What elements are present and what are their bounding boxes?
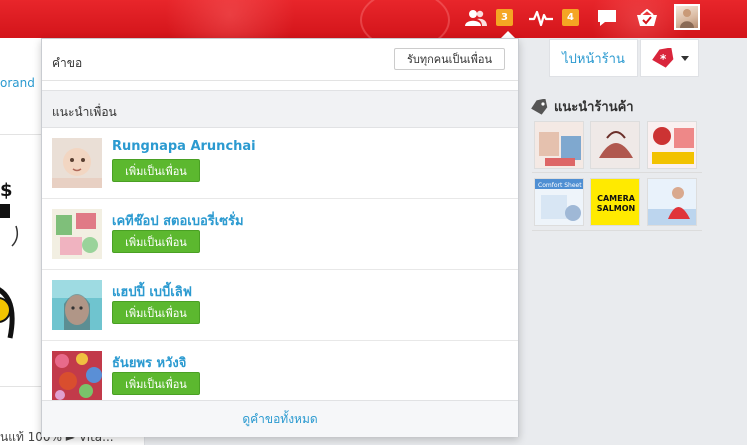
shop-thumbnail[interactable]: [534, 121, 584, 169]
accept-all-button[interactable]: รับทุกคนเป็นเพื่อน: [394, 48, 505, 70]
add-friend-button[interactable]: เพิ่มเป็นเพื่อน: [112, 372, 200, 395]
panel-header: คำขอ รับทุกคนเป็นเพื่อน: [42, 39, 518, 81]
profile-picture[interactable]: [52, 138, 102, 188]
shop-thumbnail[interactable]: [590, 121, 640, 169]
chevron-down-icon: [680, 55, 689, 61]
price-tag-icon: *: [651, 48, 673, 68]
thumb-caption: Comfort Sheet: [538, 182, 582, 189]
header-decoration: [360, 0, 450, 38]
basket-check-icon[interactable]: [636, 8, 658, 28]
suggested-friends-title: แนะนำเพื่อน: [52, 105, 117, 119]
shop-thumbnail[interactable]: Comfort Sheet: [534, 178, 584, 226]
see-all-requests-link[interactable]: ดูคำขอทั้งหมด: [242, 410, 317, 429]
svg-text:SALMON: SALMON: [597, 204, 636, 213]
friend-name[interactable]: Rungnapa Arunchai: [112, 139, 256, 154]
svg-text:*: *: [660, 52, 667, 66]
recommended-shops-title: แนะนำร้านค้า: [554, 100, 634, 115]
list-item: แฮปปี้ เบบี้เลิฟ เพิ่มเป็นเพื่อน: [42, 270, 518, 341]
divider: [532, 172, 702, 173]
go-to-shop-button[interactable]: ไปหน้าร้าน: [549, 39, 638, 77]
tag-menu-button[interactable]: *: [640, 39, 699, 77]
divider: [532, 230, 702, 231]
profile-picture[interactable]: [52, 351, 102, 401]
suggested-friends-header: แนะนำเพื่อน: [42, 90, 518, 128]
friend-name[interactable]: แฮปปี้ เบบี้เลิฟ: [112, 281, 192, 302]
shop-thumbnail[interactable]: CAMERA SALMON: [590, 178, 640, 226]
chat-bubble-icon[interactable]: [596, 8, 618, 28]
friend-requests-panel: คำขอ รับทุกคนเป็นเพื่อน แนะนำเพื่อน Rung…: [41, 38, 519, 437]
people-icon[interactable]: [465, 8, 487, 28]
shop-thumbnail[interactable]: [647, 178, 697, 226]
brand-link[interactable]: orand: [0, 76, 35, 90]
friend-name[interactable]: ธันยพร หวังจิ: [112, 352, 186, 373]
pulse-icon[interactable]: [529, 8, 553, 28]
dropdown-caret: [500, 31, 516, 38]
profile-picture[interactable]: [52, 280, 102, 330]
list-item: เคทีช๊อป สตอเบอรี่เซรั่ม เพิ่มเป็นเพื่อน: [42, 199, 518, 270]
tag-icon: [531, 98, 548, 115]
svg-text:$: $: [0, 180, 13, 201]
avatar[interactable]: [674, 4, 700, 30]
panel-footer: ดูคำขอทั้งหมด: [42, 400, 518, 437]
add-friend-button[interactable]: เพิ่มเป็นเพื่อน: [112, 159, 200, 182]
friend-name[interactable]: เคทีช๊อป สตอเบอรี่เซรั่ม: [112, 210, 244, 231]
header-decoration: [150, 0, 310, 38]
add-friend-button[interactable]: เพิ่มเป็นเพื่อน: [112, 301, 200, 324]
profile-picture[interactable]: [52, 209, 102, 259]
post-image: $: [0, 180, 19, 339]
friend-requests-badge: 3: [496, 9, 513, 26]
shop-thumbnail[interactable]: [647, 121, 697, 169]
svg-text:CAMERA: CAMERA: [597, 194, 636, 203]
activity-badge: 4: [562, 9, 579, 26]
recommended-shops-heading: แนะนำร้านค้า: [530, 96, 634, 117]
top-bar: 3 4: [0, 0, 747, 38]
list-item: Rungnapa Arunchai เพิ่มเป็นเพื่อน: [42, 128, 518, 199]
panel-title: คำขอ: [52, 56, 83, 70]
add-friend-button[interactable]: เพิ่มเป็นเพื่อน: [112, 230, 200, 253]
